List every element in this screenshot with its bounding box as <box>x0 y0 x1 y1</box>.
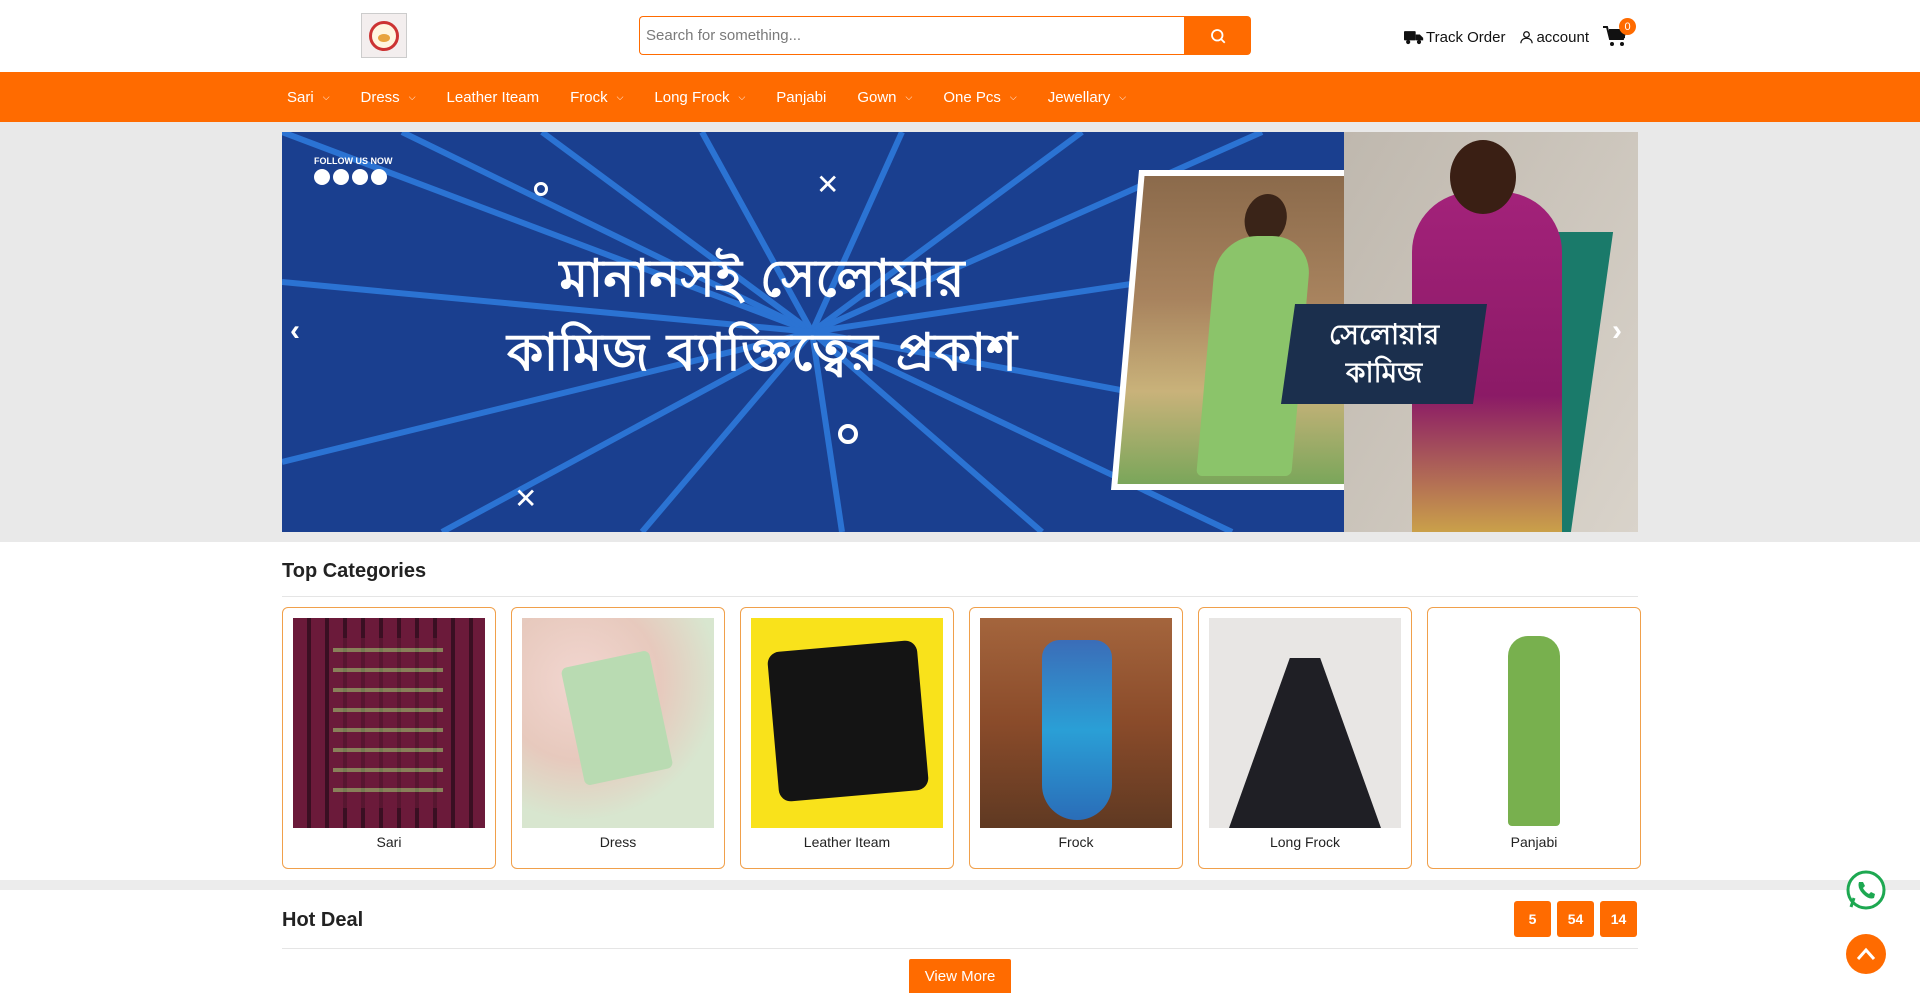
decor-circle <box>534 182 548 196</box>
cart-button[interactable]: 0 <box>1603 18 1636 48</box>
nav-item-one-pcs[interactable]: One Pcs ⌵ <box>943 89 1016 106</box>
category-label: Panjabi <box>1510 834 1558 850</box>
search-input[interactable] <box>639 16 1184 55</box>
nav-items: Sari ⌵ Dress ⌵ Leather Iteam Frock ⌵ Long Frock… <box>287 72 1157 122</box>
cart-count-badge: 0 <box>1619 18 1636 35</box>
view-more-button[interactable]: View More <box>909 959 1011 993</box>
site-header: Track Order account 0 <box>0 0 1920 72</box>
category-image <box>980 618 1172 828</box>
decor-cross: ✕ <box>514 483 538 514</box>
follow-us-label: FOLLOW US NOW <box>314 156 393 166</box>
chevron-down-icon: ⌵ <box>1009 91 1017 102</box>
nav-item-long-frock[interactable]: Long Frock ⌵ <box>654 89 745 106</box>
banner-headline-line2: কামিজ ব্যাক্তিত্বের প্রকাশ <box>507 323 1017 383</box>
nav-item-label: Long Frock <box>654 88 730 106</box>
category-card-sari[interactable]: Sari <box>282 607 496 869</box>
nav-item-label: Dress <box>360 88 400 106</box>
hot-deal-title: Hot Deal <box>282 909 364 931</box>
whatsapp-icon <box>1846 870 1886 910</box>
top-categories-title: Top Categories <box>282 560 427 582</box>
category-card-frock[interactable]: Frock <box>969 607 1183 869</box>
search-icon <box>1210 28 1225 43</box>
category-card-long-frock[interactable]: Long Frock <box>1198 607 1412 869</box>
nav-item-label: Gown <box>857 88 897 106</box>
chevron-up-icon <box>1856 947 1876 960</box>
banner-tag-text: সেলোয়ার কামিজ <box>1329 316 1439 392</box>
chevron-down-icon: ⌵ <box>738 91 746 102</box>
timer-box: 5 <box>1514 901 1551 937</box>
nav-item-panjabi[interactable]: Panjabi <box>776 89 826 106</box>
section-separator <box>0 880 1920 890</box>
category-label: Sari <box>376 834 402 850</box>
timer-box: 14 <box>1600 901 1637 937</box>
banner-tag-line1: সেলোয়ার <box>1328 318 1440 351</box>
category-image <box>1438 618 1630 828</box>
chevron-down-icon: ⌵ <box>408 91 416 102</box>
nav-item-label: Sari <box>287 88 314 106</box>
hero-banner[interactable]: FOLLOW US NOW ✕ ✕ মানানসই সেলোয়ার কামিজ… <box>282 132 1638 532</box>
divider <box>282 948 1638 949</box>
divider <box>282 596 1638 597</box>
nav-item-label: Panjabi <box>776 88 827 106</box>
banner-next-arrow[interactable]: › <box>1612 314 1622 348</box>
category-card-panjabi[interactable]: Panjabi <box>1427 607 1641 869</box>
category-card-dress[interactable]: Dress <box>511 607 725 869</box>
nav-item-dress[interactable]: Dress ⌵ <box>361 89 416 106</box>
account-link[interactable]: account <box>1519 29 1589 46</box>
scroll-to-top-button[interactable] <box>1846 934 1886 974</box>
follow-us: FOLLOW US NOW <box>314 156 393 185</box>
nav-item-sari[interactable]: Sari ⌵ <box>287 89 330 106</box>
user-icon <box>1520 31 1534 44</box>
category-card-leather-iteam[interactable]: Leather Iteam <box>740 607 954 869</box>
truck-icon <box>1404 31 1424 45</box>
search-button[interactable] <box>1184 16 1251 55</box>
account-label: account <box>1536 28 1589 46</box>
nav-item-frock[interactable]: Frock ⌵ <box>570 89 623 106</box>
social-icons <box>314 169 393 185</box>
search-bar <box>639 16 1251 55</box>
banner-headline-line1: মানানসই সেলোয়ার <box>559 249 965 309</box>
chevron-down-icon: ⌵ <box>616 91 624 102</box>
nav-item-leather-iteam[interactable]: Leather Iteam <box>447 89 540 106</box>
twitter-icon[interactable] <box>333 169 349 185</box>
category-label: Leather Iteam <box>803 834 891 850</box>
site-logo[interactable] <box>361 13 407 58</box>
category-list: Sari Dress Leather Iteam Frock Long Frock Pan… <box>282 607 1641 869</box>
chevron-down-icon: ⌵ <box>905 91 913 102</box>
category-image <box>293 618 485 828</box>
nav-item-label: Frock <box>570 88 608 106</box>
category-image <box>1209 618 1401 828</box>
nav-item-label: Leather Iteam <box>446 88 540 106</box>
model-image <box>1450 140 1516 214</box>
main-nav: Sari ⌵ Dress ⌵ Leather Iteam Frock ⌵ Long Frock… <box>0 72 1920 122</box>
logo-emblem <box>369 20 399 51</box>
nav-item-jewellary[interactable]: Jewellary ⌵ <box>1048 89 1126 106</box>
chevron-down-icon: ⌵ <box>1119 91 1127 102</box>
category-label: Long Frock <box>1269 834 1341 850</box>
linkedin-icon[interactable] <box>352 169 368 185</box>
category-image <box>751 618 943 828</box>
whatsapp-button[interactable] <box>1845 869 1887 911</box>
facebook-icon[interactable] <box>314 169 330 185</box>
header-actions: Track Order account 0 <box>1404 18 1636 48</box>
nav-item-gown[interactable]: Gown ⌵ <box>857 89 912 106</box>
category-label: Frock <box>1058 834 1094 850</box>
chevron-down-icon: ⌵ <box>322 91 330 102</box>
nav-item-label: One Pcs <box>943 88 1001 106</box>
banner-tag: সেলোয়ার কামিজ <box>1280 304 1488 404</box>
timer-box: 54 <box>1557 901 1594 937</box>
decor-cross: ✕ <box>816 169 840 200</box>
banner-headline: মানানসই সেলোয়ার কামিজ ব্যাক্তিত্বের প্র… <box>452 242 1072 390</box>
track-order-link[interactable]: Track Order <box>1404 29 1505 46</box>
banner-prev-arrow[interactable]: ‹ <box>290 314 300 348</box>
banner-tag-line2: কামিজ <box>1345 356 1423 389</box>
track-order-label: Track Order <box>1426 28 1506 46</box>
category-label: Dress <box>599 834 637 850</box>
category-image <box>522 618 714 828</box>
countdown-timer: 5 54 14 <box>1514 901 1637 937</box>
nav-item-label: Jewellary <box>1047 88 1111 106</box>
instagram-icon[interactable] <box>371 169 387 185</box>
decor-circle <box>838 424 858 444</box>
